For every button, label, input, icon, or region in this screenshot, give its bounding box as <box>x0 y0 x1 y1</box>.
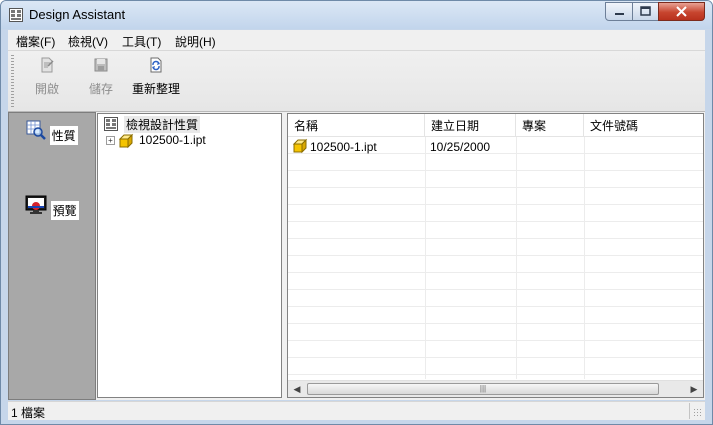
row-date-cell: 10/25/2000 <box>430 140 491 154</box>
toolbar-grip[interactable] <box>11 55 14 107</box>
properties-button[interactable]: 性質 <box>9 120 95 145</box>
properties-magnifier-icon <box>26 120 47 140</box>
status-divider <box>689 403 690 419</box>
menu-view[interactable]: 檢視(V) <box>68 33 108 50</box>
scroll-right-icon[interactable]: ▶ <box>689 384 699 394</box>
properties-label: 性質 <box>49 126 78 145</box>
horizontal-scrollbar[interactable]: ◀ ||| ▶ <box>288 380 703 397</box>
status-text: 1 檔案 <box>11 406 46 420</box>
status-bar: 1 檔案 <box>8 401 705 420</box>
part-file-icon <box>118 133 134 149</box>
refresh-label: 重新整理 <box>131 82 180 96</box>
preview-monitor-icon <box>25 195 47 214</box>
column-header-date[interactable]: 建立日期 <box>425 114 516 136</box>
app-icon <box>9 8 23 22</box>
scrollbar-thumb[interactable]: ||| <box>307 383 659 395</box>
expand-plus-icon[interactable]: + <box>106 136 115 145</box>
preview-button[interactable]: 預覽 <box>9 195 95 220</box>
close-icon <box>676 6 687 17</box>
table-row[interactable]: 102500-1.ipt 10/25/2000 <box>288 138 703 155</box>
save-button[interactable]: 儲存 <box>86 57 116 97</box>
maximize-icon <box>640 6 651 16</box>
app-window: Design Assistant 檔案(F) 檢視(V) 工具(T) 說明(H)… <box>0 0 713 425</box>
preview-label: 預覽 <box>50 201 79 220</box>
open-label: 開啟 <box>34 82 59 96</box>
close-button[interactable] <box>658 2 705 21</box>
resize-grip-icon[interactable] <box>693 408 703 418</box>
tree-item-label: 102500-1.ipt <box>139 133 206 147</box>
tree-root-label: 檢視設計性質 <box>124 116 201 133</box>
row-name-cell: 102500-1.ipt <box>310 140 377 154</box>
refresh-button[interactable]: 重新整理 <box>130 57 182 97</box>
toolbar: 開啟 儲存 重新整理 <box>8 51 705 112</box>
open-document-icon <box>41 57 54 73</box>
design-tree-pane[interactable]: 檢視設計性質 + 102500-1.ipt <box>97 113 282 398</box>
design-properties-icon <box>104 117 118 131</box>
list-rows-area <box>288 137 703 379</box>
column-divider <box>584 137 585 379</box>
menu-file[interactable]: 檔案(F) <box>16 33 55 50</box>
column-header-project[interactable]: 專案 <box>516 114 584 136</box>
left-shortcut-bar: 性質 預覽 <box>8 112 96 400</box>
save-label: 儲存 <box>88 82 113 96</box>
part-file-icon <box>292 138 308 154</box>
column-divider <box>425 137 426 379</box>
main-area: 性質 預覽 檢視設計性質 + 102500-1.ipt 名稱 建立日期 專案 文… <box>8 112 705 400</box>
list-header: 名稱 建立日期 專案 文件號碼 <box>288 114 703 137</box>
window-title: Design Assistant <box>29 7 126 22</box>
menu-bar: 檔案(F) 檢視(V) 工具(T) 說明(H) <box>8 30 705 51</box>
file-list-pane[interactable]: 名稱 建立日期 專案 文件號碼 102500-1.ipt 10/25/2000 <box>287 113 704 398</box>
refresh-icon <box>150 57 162 73</box>
title-bar[interactable]: Design Assistant <box>1 1 712 29</box>
maximize-button[interactable] <box>632 2 659 21</box>
column-divider <box>516 137 517 379</box>
menu-tools[interactable]: 工具(T) <box>122 33 161 50</box>
open-button[interactable]: 開啟 <box>32 57 62 97</box>
column-header-docnumber[interactable]: 文件號碼 <box>584 114 703 136</box>
save-disk-icon <box>94 58 108 72</box>
minimize-button[interactable] <box>605 2 633 21</box>
scroll-left-icon[interactable]: ◀ <box>292 384 302 394</box>
menu-help[interactable]: 說明(H) <box>175 33 216 50</box>
column-header-name[interactable]: 名稱 <box>288 114 425 136</box>
minimize-icon <box>615 13 624 15</box>
